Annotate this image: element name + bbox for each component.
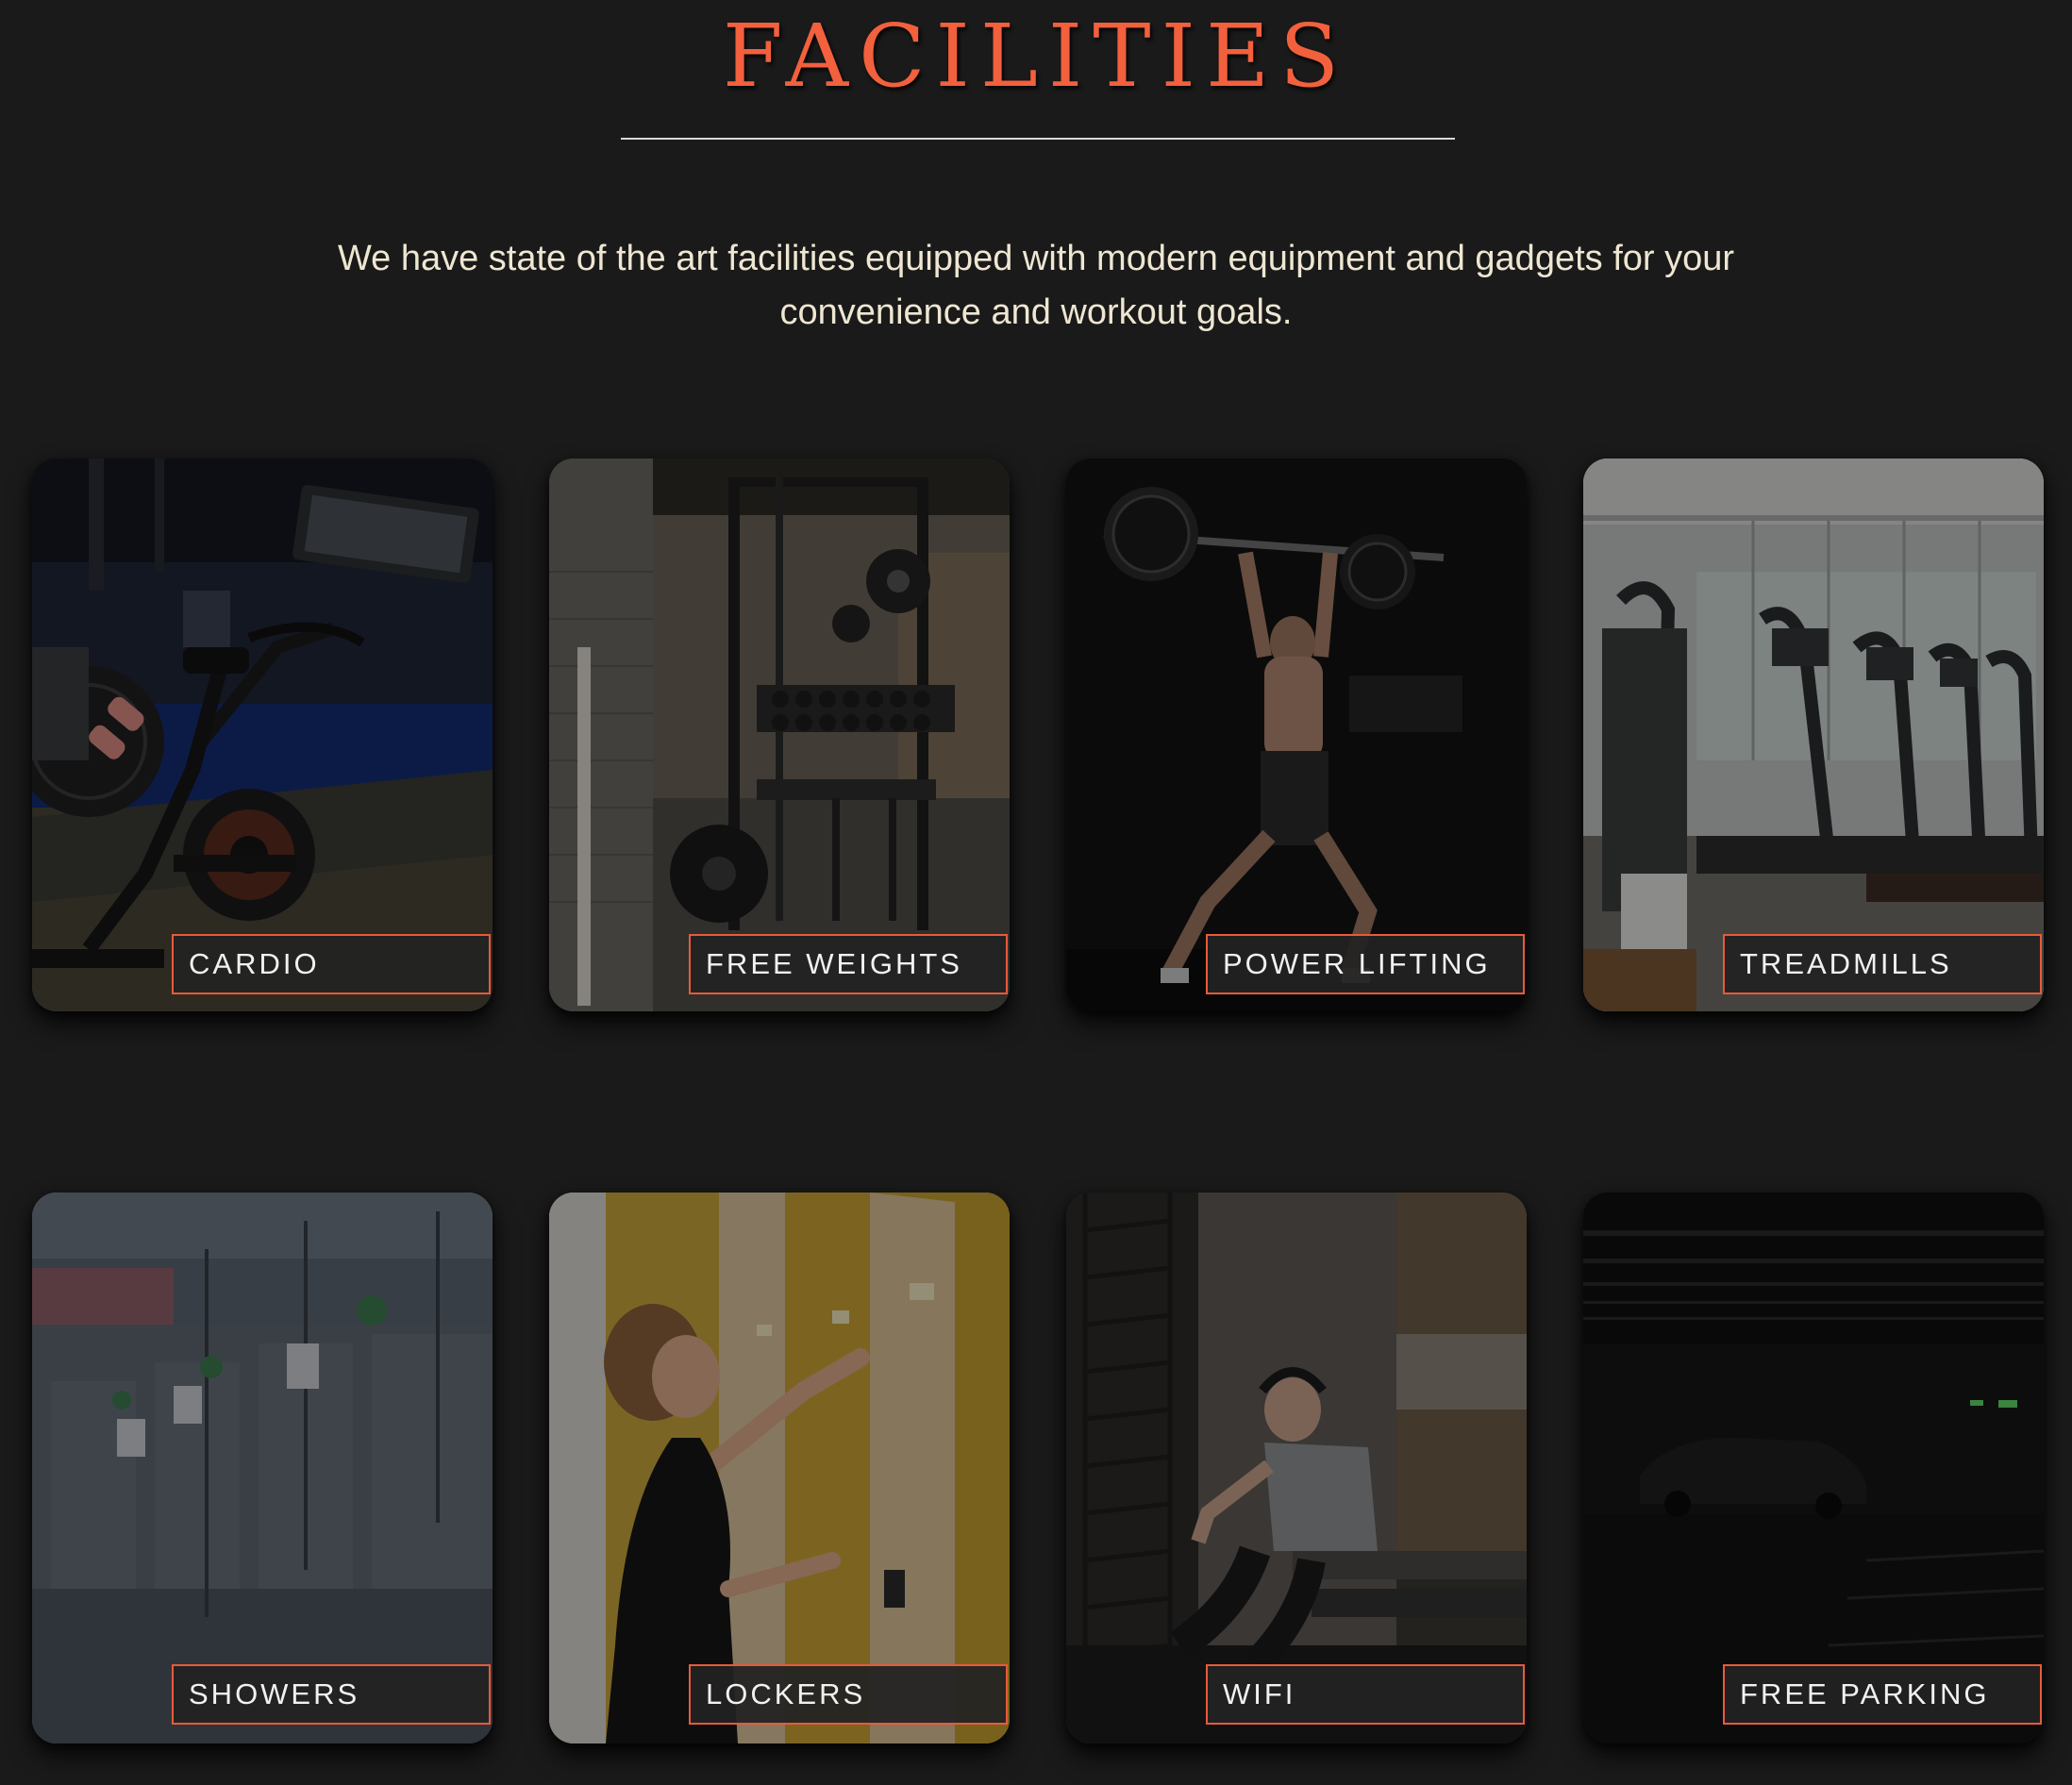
facility-card-cardio[interactable]: CARDIO	[32, 459, 493, 1011]
facility-label: FREE WEIGHTS	[689, 934, 1008, 994]
facility-card-power-lifting[interactable]: POWER LIFTING	[1066, 459, 1527, 1011]
facility-card-treadmills[interactable]: TREADMILLS	[1583, 459, 2044, 1011]
facility-label: SHOWERS	[172, 1664, 491, 1725]
facility-label: FREE PARKING	[1723, 1664, 2042, 1725]
section-description: We have state of the art facilities equi…	[337, 239, 1735, 332]
facility-label: WIFI	[1206, 1664, 1525, 1725]
facility-card-showers[interactable]: SHOWERS	[32, 1193, 493, 1743]
image-overlay	[549, 459, 1010, 1011]
image-overlay	[32, 459, 493, 1011]
facility-card-wifi[interactable]: WIFI	[1066, 1193, 1527, 1743]
facility-label: LOCKERS	[689, 1664, 1008, 1725]
image-overlay	[549, 1193, 1010, 1743]
image-overlay	[32, 1193, 493, 1743]
facility-label: CARDIO	[172, 934, 491, 994]
image-overlay	[1583, 459, 2044, 1011]
facility-card-free-weights[interactable]: FREE WEIGHTS	[549, 459, 1010, 1011]
section-title: FACILITIES	[722, 6, 1350, 107]
title-divider	[621, 138, 1455, 140]
image-overlay	[1583, 1193, 2044, 1743]
image-overlay	[1066, 459, 1527, 1011]
facility-label: TREADMILLS	[1723, 934, 2042, 994]
facility-label: POWER LIFTING	[1206, 934, 1525, 994]
facility-card-free-parking[interactable]: FREE PARKING	[1583, 1193, 2044, 1743]
image-overlay	[1066, 1193, 1527, 1743]
facilities-section: FACILITIES We have state of the art faci…	[0, 0, 2072, 1785]
facility-card-lockers[interactable]: LOCKERS	[549, 1193, 1010, 1743]
